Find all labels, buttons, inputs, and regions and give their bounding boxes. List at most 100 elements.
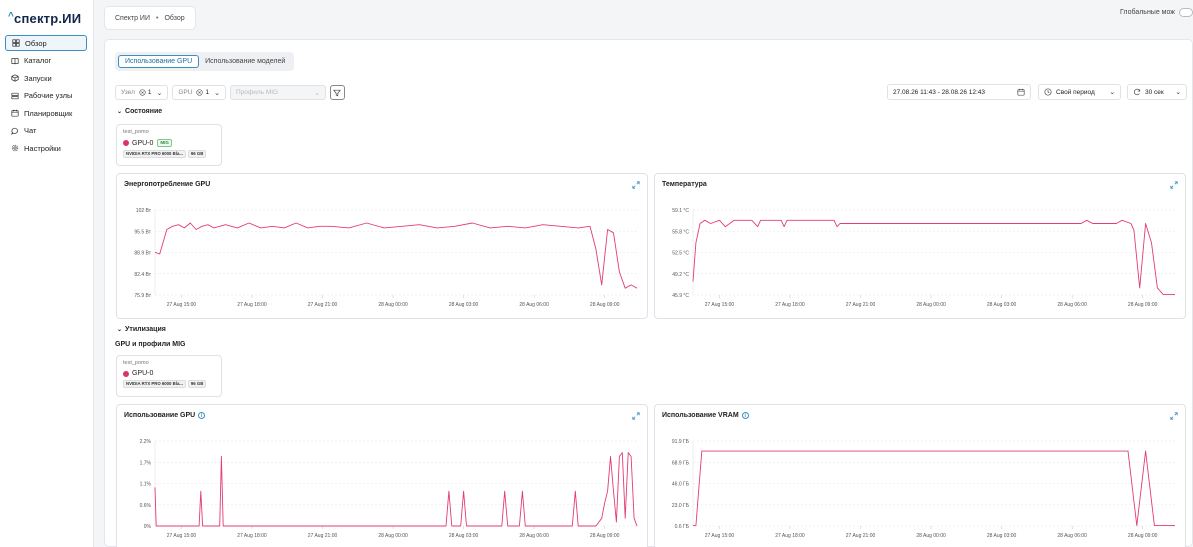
x-tick-label: 27 Aug 18:00 (237, 302, 267, 308)
node-select[interactable]: Узел 1 ⌄ (115, 85, 169, 100)
sidebar-item-0[interactable]: Обзор (5, 35, 87, 51)
y-tick-label: 91.9 ГБ (672, 439, 690, 445)
chart-plot-gpu-usage: 2.2% 1.7% 1.1% 0.6% 0% 27 Aug 15:00 27 Aug 18:… (140, 439, 638, 539)
gpu-card-name: GPU-0 (132, 370, 154, 377)
clear-icon[interactable] (196, 89, 204, 96)
gpu-model-tag: NVIDIA RTX PRO 6000 Bla... (123, 380, 186, 388)
breadcrumb: Спектр ИИ • Обзор (104, 6, 196, 30)
refresh-value: 30 сек (1145, 88, 1164, 96)
x-tick-label: 27 Aug 15:00 (705, 302, 735, 308)
sidebar-item-label: Чат (24, 126, 37, 135)
chart-power: Энергопотребление GPU 102 Вт 95.5 Вт 88.9 … (116, 173, 648, 319)
gpu-card-tags: NVIDIA RTX PRO 6000 Bla... 96 GB (123, 150, 215, 158)
gpu-card-tags: NVIDIA RTX PRO 6000 Bla... 96 GB (123, 380, 215, 388)
y-tick-label: 82.4 Вт (134, 272, 151, 278)
breadcrumb-root[interactable]: Спектр ИИ (115, 15, 150, 22)
global-mode-toggle[interactable] (1179, 8, 1193, 17)
calendar-icon (11, 109, 19, 117)
gpu-select-label: GPU (178, 89, 193, 96)
chevron-down-icon: ⌄ (314, 89, 320, 97)
filters: Узел 1 ⌄ GPU 1 ⌄ Профиль MIG ⌄ (115, 85, 345, 100)
gpu-card-state[interactable]: test_pomo GPU-0 MIG NVIDIA RTX PRO 6000 … (116, 124, 222, 166)
filter-button[interactable] (329, 85, 345, 100)
chat-icon (11, 127, 18, 135)
section-state-toggle[interactable]: ⌄ Состояние (117, 108, 162, 115)
series-line (154, 222, 638, 289)
gpu-select[interactable]: GPU 1 ⌄ (172, 85, 226, 100)
x-tick-label: 27 Aug 18:00 (237, 533, 267, 539)
status-dot (123, 370, 129, 377)
grid-icon (12, 39, 20, 47)
sidebar-item-4[interactable]: Планировщик (5, 105, 87, 121)
node-count-badge: 1 (139, 89, 152, 96)
date-range-value: 27.08.26 11:43 - 28.08.26 12:43 (893, 88, 986, 96)
y-tick-label: 88.9 Вт (134, 251, 151, 257)
sidebar-item-label: Рабочие узлы (24, 91, 73, 100)
sidebar-item-label: Запуски (24, 73, 52, 83)
sidebar-item-label: Планировщик (24, 108, 73, 118)
period-select[interactable]: Свой период ⌄ (1038, 84, 1121, 100)
status-dot (123, 140, 129, 146)
server-icon (11, 92, 19, 99)
sidebar: ^спектр.ИИ Обзор Каталог Запуски Рабочие уз… (0, 0, 94, 547)
sidebar-item-label: Настройки (24, 143, 61, 153)
gpu-mig-subhead: GPU и профили MIG (115, 341, 186, 348)
clock-icon (1044, 88, 1052, 96)
y-tick-label: 49.2 °C (672, 272, 689, 278)
gpu-card-node: test_pomo (123, 360, 149, 366)
chevron-down-icon: ⌄ (1175, 89, 1181, 96)
y-tick-label: 2.2% (140, 439, 152, 445)
gpu-card-row: GPU-0 (123, 370, 215, 377)
gpu-memory-tag: 96 GB (187, 380, 207, 388)
section-utilization-toggle[interactable]: ⌄ Утилизация (117, 326, 166, 333)
y-tick-label: 1.7% (140, 460, 152, 466)
x-tick-label: 27 Aug 15:00 (705, 533, 735, 539)
sidebar-item-label: Каталог (24, 56, 52, 65)
cube-icon (11, 74, 19, 82)
book-icon (11, 57, 19, 64)
sidebar-item-3[interactable]: Рабочие узлы (5, 88, 87, 104)
clear-icon[interactable] (139, 89, 146, 96)
filter-icon (333, 89, 342, 96)
x-tick-label: 28 Aug 03:00 (987, 302, 1017, 308)
app-logo[interactable]: ^спектр.ИИ (8, 11, 81, 26)
chart-plot-power: 102 Вт 95.5 Вт 88.9 Вт 82.4 Вт 75.9 Вт 27 Aug… (134, 208, 638, 308)
chevron-down-icon: ⌄ (117, 109, 123, 115)
sidebar-item-6[interactable]: Настройки (5, 140, 87, 156)
chart-plot-vram-usage: 91.9 ГБ 68.9 ГБ 46.0 ГБ 23.0 ГБ 0.6 ГБ 27 Aug… (672, 439, 1175, 539)
refresh-interval-select[interactable]: 30 сек ⌄ (1127, 84, 1187, 100)
sidebar-nav: Обзор Каталог Запуски Рабочие узлы Планировщ… (5, 35, 87, 158)
x-tick-label: 27 Aug 21:00 (308, 302, 338, 308)
x-tick-label: 28 Aug 06:00 (519, 302, 549, 308)
global-mode: Глобальные мож (1120, 8, 1193, 17)
mig-profile-placeholder: Профиль MIG (235, 89, 279, 96)
x-tick-label: 28 Aug 06:00 (519, 533, 549, 539)
y-tick-label: 55.8 °C (672, 229, 689, 235)
gpu-card-name: GPU-0 (132, 139, 154, 147)
sidebar-item-1[interactable]: Каталог (5, 53, 87, 69)
y-tick-label: 1.1% (140, 482, 152, 488)
gpu-card-util[interactable]: test_pomo GPU-0 NVIDIA RTX PRO 6000 Bla.… (116, 355, 222, 397)
y-tick-label: 0% (144, 524, 152, 530)
y-tick-label: 75.9 Вт (134, 293, 151, 299)
breadcrumb-current: Обзор (164, 14, 185, 22)
x-tick-label: 28 Aug 06:00 (1057, 302, 1087, 308)
x-tick-label: 28 Aug 09:00 (590, 302, 620, 308)
node-select-label: Узел (121, 89, 135, 96)
gpu-card-row: GPU-0 MIG (123, 139, 215, 147)
x-tick-label: 28 Aug 03:00 (449, 533, 479, 539)
gpu-card-node: test_pomo (123, 129, 149, 135)
tabs: Использование GPU Использование моделей (115, 52, 295, 71)
period-value: Свой период (1056, 88, 1095, 96)
y-tick-label: 95.5 Вт (134, 229, 151, 235)
refresh-icon (1133, 88, 1141, 96)
x-tick-label: 28 Aug 00:00 (916, 302, 946, 308)
sidebar-item-2[interactable]: Запуски (5, 70, 87, 86)
date-range-picker[interactable]: 27.08.26 11:43 - 28.08.26 12:43 (887, 84, 1031, 100)
tab-model-usage[interactable]: Использование моделей (199, 56, 291, 67)
sidebar-item-5[interactable]: Чат (5, 123, 87, 139)
series-line (154, 452, 638, 527)
chart-plot-temperature: 59.1 °C 55.8 °C 52.5 °C 49.2 °C 45.9 °C 27 Au… (672, 208, 1175, 308)
tab-gpu-usage[interactable]: Использование GPU (118, 55, 200, 68)
y-tick-label: 102 Вт (136, 208, 152, 214)
